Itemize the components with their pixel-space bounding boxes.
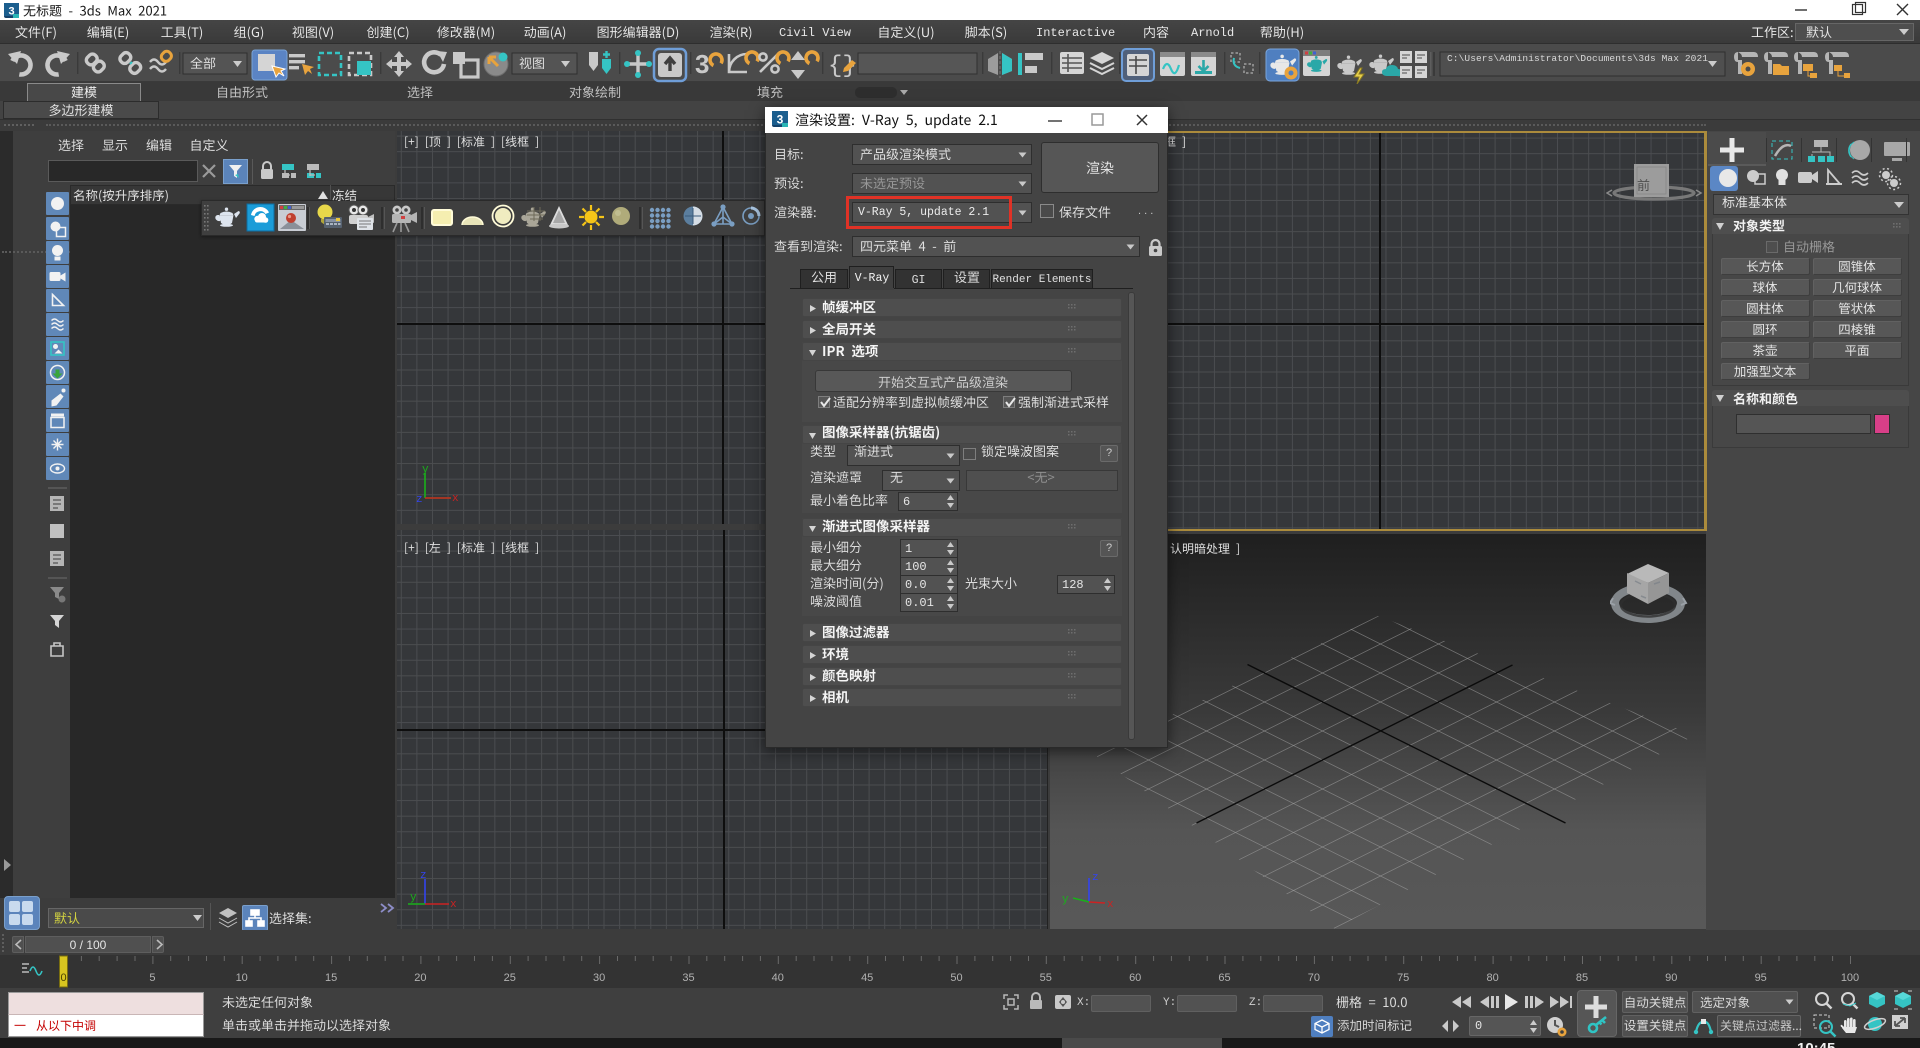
svg-text:65: 65	[1218, 972, 1230, 984]
svg-text:3: 3	[695, 49, 709, 79]
svg-text:20: 20	[414, 972, 426, 984]
svg-text:85: 85	[1576, 972, 1588, 984]
svg-text:80: 80	[1486, 972, 1498, 984]
svg-text:z: z	[416, 494, 423, 506]
svg-text:40: 40	[772, 972, 784, 984]
svg-text:15: 15	[325, 972, 337, 984]
svg-text:25: 25	[504, 972, 516, 984]
svg-text:75: 75	[1397, 972, 1409, 984]
svg-text:y: y	[422, 464, 429, 476]
svg-text:x: x	[1107, 899, 1114, 911]
svg-text:5: 5	[149, 972, 155, 984]
svg-text:70: 70	[1308, 972, 1320, 984]
svg-text:55: 55	[1040, 972, 1052, 984]
svg-text:45: 45	[861, 972, 873, 984]
svg-text:100: 100	[1841, 972, 1859, 984]
svg-text:z: z	[1092, 872, 1099, 884]
svg-text:0: 0	[60, 972, 66, 984]
svg-text:90: 90	[1665, 972, 1677, 984]
svg-text:10: 10	[236, 972, 248, 984]
svg-text:95: 95	[1755, 972, 1767, 984]
svg-text:x: x	[452, 493, 459, 505]
svg-text:y: y	[1062, 894, 1069, 906]
svg-text:60: 60	[1129, 972, 1141, 984]
svg-text:50: 50	[950, 972, 962, 984]
svg-text:x: x	[450, 899, 457, 911]
svg-text:z: z	[420, 870, 427, 882]
svg-text:35: 35	[682, 972, 694, 984]
svg-text:y: y	[410, 892, 417, 904]
svg-text:30: 30	[593, 972, 605, 984]
